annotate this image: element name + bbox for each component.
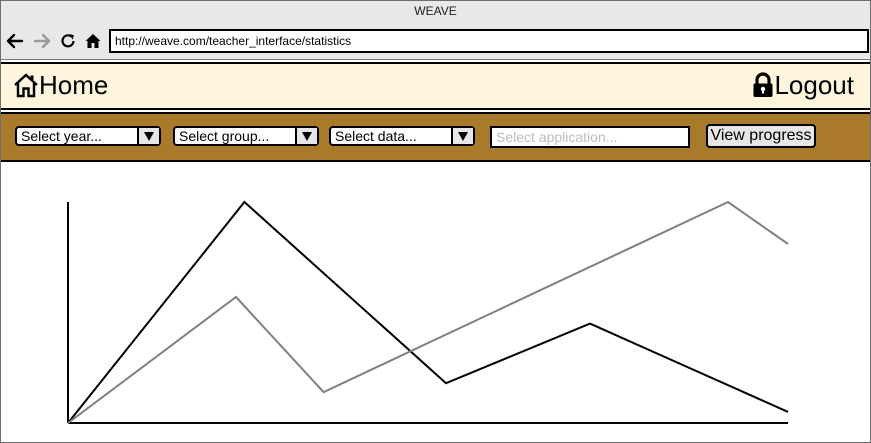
caret-down-icon	[458, 131, 468, 141]
year-select[interactable]: Select year...	[15, 126, 161, 146]
progress-line-chart	[67, 200, 789, 424]
series-line-2	[67, 200, 789, 424]
reload-icon	[61, 34, 75, 48]
caret-down-icon	[302, 131, 312, 141]
window-title: WEAVE	[1, 1, 870, 23]
address-bar[interactable]: http://weave.com/teacher_interface/stati…	[109, 29, 869, 53]
home-label: Home	[39, 69, 109, 100]
lock-icon	[753, 72, 773, 97]
browser-navbar: http://weave.com/teacher_interface/stati…	[1, 23, 870, 60]
home-link[interactable]: Home	[13, 70, 108, 100]
app-header: Home Logout	[1, 62, 870, 110]
group-select-arrow[interactable]	[295, 128, 317, 144]
group-select-value: Select group...	[179, 128, 270, 144]
home-icon	[85, 34, 101, 48]
view-progress-button[interactable]: View progress	[706, 124, 816, 148]
data-select-value: Select data...	[335, 128, 417, 144]
forward-button[interactable]	[32, 31, 52, 51]
reload-button[interactable]	[58, 31, 78, 51]
back-button[interactable]	[5, 31, 25, 51]
caret-down-icon	[144, 131, 154, 141]
application-input[interactable]	[490, 126, 690, 148]
data-select[interactable]: Select data...	[329, 126, 475, 146]
browser-window: WEAVE http://weave.com/teacher_interface…	[0, 0, 871, 443]
filter-toolbar: Select year... Select group... Select da…	[1, 112, 870, 162]
group-select[interactable]: Select group...	[173, 126, 319, 146]
browser-home-button[interactable]	[83, 31, 103, 51]
logout-link[interactable]: Logout	[752, 70, 854, 100]
year-select-arrow[interactable]	[137, 128, 159, 144]
home-outline-icon	[14, 73, 38, 98]
arrow-left-icon	[6, 33, 24, 49]
logout-label: Logout	[774, 69, 854, 100]
year-select-value: Select year...	[21, 128, 102, 144]
series-line-1	[67, 200, 789, 424]
data-select-arrow[interactable]	[451, 128, 473, 144]
arrow-right-icon	[33, 33, 51, 49]
